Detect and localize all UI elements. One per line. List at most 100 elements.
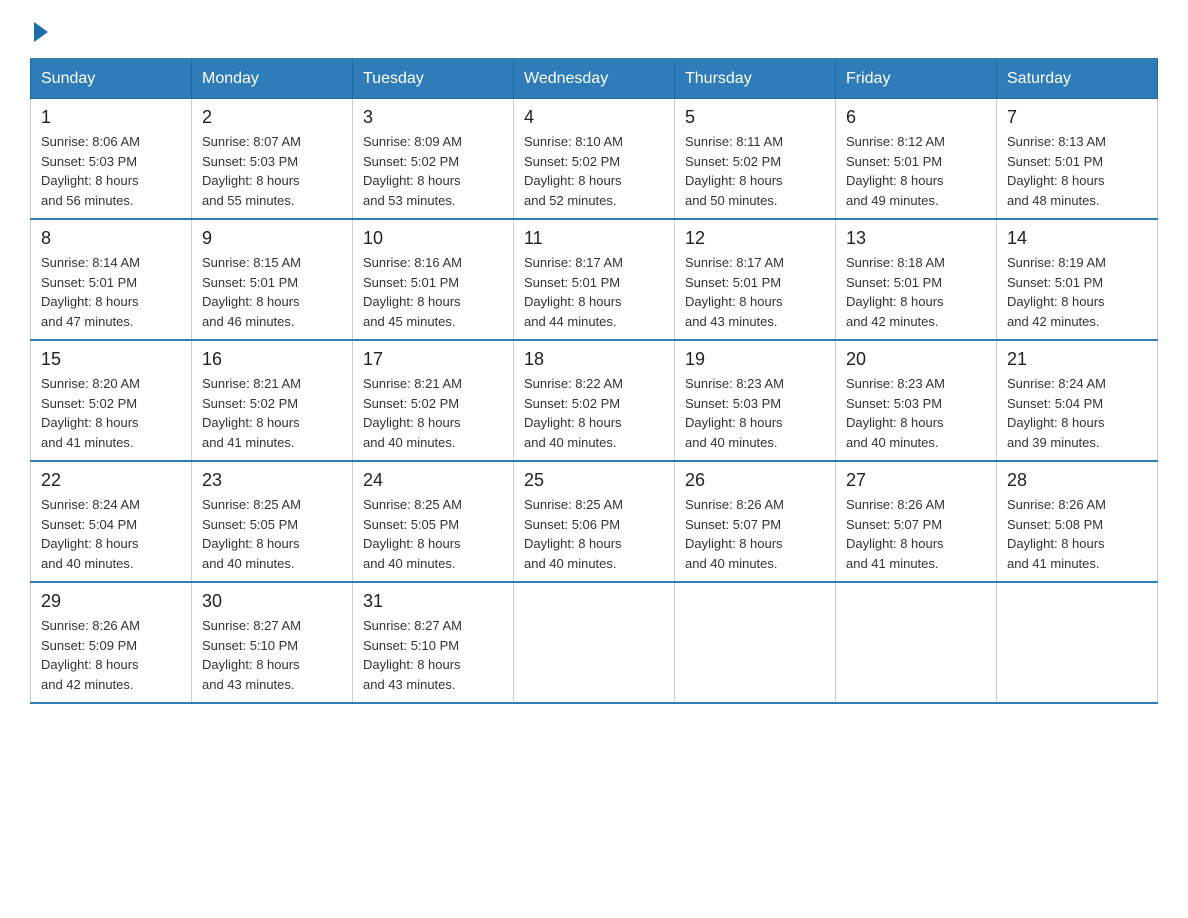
day-number: 21 [1007, 349, 1147, 370]
calendar-day-header: Sunday [31, 59, 192, 99]
day-number: 20 [846, 349, 986, 370]
day-info: Sunrise: 8:23 AM Sunset: 5:03 PM Dayligh… [846, 374, 986, 452]
calendar-cell: 4 Sunrise: 8:10 AM Sunset: 5:02 PM Dayli… [514, 99, 675, 220]
day-number: 16 [202, 349, 342, 370]
calendar-cell: 20 Sunrise: 8:23 AM Sunset: 5:03 PM Dayl… [836, 340, 997, 461]
calendar-cell: 27 Sunrise: 8:26 AM Sunset: 5:07 PM Dayl… [836, 461, 997, 582]
calendar-cell: 8 Sunrise: 8:14 AM Sunset: 5:01 PM Dayli… [31, 219, 192, 340]
calendar-day-header: Friday [836, 59, 997, 99]
calendar-cell: 6 Sunrise: 8:12 AM Sunset: 5:01 PM Dayli… [836, 99, 997, 220]
day-info: Sunrise: 8:26 AM Sunset: 5:07 PM Dayligh… [685, 495, 825, 573]
day-info: Sunrise: 8:21 AM Sunset: 5:02 PM Dayligh… [363, 374, 503, 452]
page-header [30, 20, 1158, 38]
day-info: Sunrise: 8:07 AM Sunset: 5:03 PM Dayligh… [202, 132, 342, 210]
day-number: 29 [41, 591, 181, 612]
day-number: 10 [363, 228, 503, 249]
calendar-cell: 10 Sunrise: 8:16 AM Sunset: 5:01 PM Dayl… [353, 219, 514, 340]
day-number: 17 [363, 349, 503, 370]
day-number: 28 [1007, 470, 1147, 491]
day-info: Sunrise: 8:24 AM Sunset: 5:04 PM Dayligh… [41, 495, 181, 573]
calendar-cell: 11 Sunrise: 8:17 AM Sunset: 5:01 PM Dayl… [514, 219, 675, 340]
calendar-cell: 3 Sunrise: 8:09 AM Sunset: 5:02 PM Dayli… [353, 99, 514, 220]
calendar-cell: 1 Sunrise: 8:06 AM Sunset: 5:03 PM Dayli… [31, 99, 192, 220]
day-info: Sunrise: 8:09 AM Sunset: 5:02 PM Dayligh… [363, 132, 503, 210]
calendar-week-row: 8 Sunrise: 8:14 AM Sunset: 5:01 PM Dayli… [31, 219, 1158, 340]
day-info: Sunrise: 8:18 AM Sunset: 5:01 PM Dayligh… [846, 253, 986, 331]
day-info: Sunrise: 8:25 AM Sunset: 5:05 PM Dayligh… [363, 495, 503, 573]
day-info: Sunrise: 8:24 AM Sunset: 5:04 PM Dayligh… [1007, 374, 1147, 452]
calendar-cell: 15 Sunrise: 8:20 AM Sunset: 5:02 PM Dayl… [31, 340, 192, 461]
day-number: 24 [363, 470, 503, 491]
day-info: Sunrise: 8:17 AM Sunset: 5:01 PM Dayligh… [685, 253, 825, 331]
day-number: 4 [524, 107, 664, 128]
day-number: 6 [846, 107, 986, 128]
calendar-table: SundayMondayTuesdayWednesdayThursdayFrid… [30, 58, 1158, 704]
calendar-cell [514, 582, 675, 703]
logo-arrow-icon [34, 22, 48, 42]
day-info: Sunrise: 8:26 AM Sunset: 5:09 PM Dayligh… [41, 616, 181, 694]
day-info: Sunrise: 8:12 AM Sunset: 5:01 PM Dayligh… [846, 132, 986, 210]
calendar-week-row: 1 Sunrise: 8:06 AM Sunset: 5:03 PM Dayli… [31, 99, 1158, 220]
day-number: 31 [363, 591, 503, 612]
calendar-cell: 22 Sunrise: 8:24 AM Sunset: 5:04 PM Dayl… [31, 461, 192, 582]
calendar-cell: 5 Sunrise: 8:11 AM Sunset: 5:02 PM Dayli… [675, 99, 836, 220]
calendar-cell [997, 582, 1158, 703]
day-number: 25 [524, 470, 664, 491]
day-info: Sunrise: 8:19 AM Sunset: 5:01 PM Dayligh… [1007, 253, 1147, 331]
calendar-cell: 30 Sunrise: 8:27 AM Sunset: 5:10 PM Dayl… [192, 582, 353, 703]
day-info: Sunrise: 8:14 AM Sunset: 5:01 PM Dayligh… [41, 253, 181, 331]
day-info: Sunrise: 8:22 AM Sunset: 5:02 PM Dayligh… [524, 374, 664, 452]
calendar-cell: 7 Sunrise: 8:13 AM Sunset: 5:01 PM Dayli… [997, 99, 1158, 220]
calendar-cell: 24 Sunrise: 8:25 AM Sunset: 5:05 PM Dayl… [353, 461, 514, 582]
day-info: Sunrise: 8:13 AM Sunset: 5:01 PM Dayligh… [1007, 132, 1147, 210]
calendar-cell: 19 Sunrise: 8:23 AM Sunset: 5:03 PM Dayl… [675, 340, 836, 461]
day-info: Sunrise: 8:27 AM Sunset: 5:10 PM Dayligh… [363, 616, 503, 694]
calendar-cell: 17 Sunrise: 8:21 AM Sunset: 5:02 PM Dayl… [353, 340, 514, 461]
calendar-day-header: Wednesday [514, 59, 675, 99]
day-info: Sunrise: 8:11 AM Sunset: 5:02 PM Dayligh… [685, 132, 825, 210]
calendar-cell: 12 Sunrise: 8:17 AM Sunset: 5:01 PM Dayl… [675, 219, 836, 340]
day-number: 22 [41, 470, 181, 491]
day-number: 9 [202, 228, 342, 249]
day-info: Sunrise: 8:27 AM Sunset: 5:10 PM Dayligh… [202, 616, 342, 694]
day-number: 5 [685, 107, 825, 128]
day-info: Sunrise: 8:25 AM Sunset: 5:05 PM Dayligh… [202, 495, 342, 573]
calendar-day-header: Tuesday [353, 59, 514, 99]
calendar-cell: 9 Sunrise: 8:15 AM Sunset: 5:01 PM Dayli… [192, 219, 353, 340]
calendar-cell [675, 582, 836, 703]
day-number: 18 [524, 349, 664, 370]
day-number: 7 [1007, 107, 1147, 128]
day-number: 1 [41, 107, 181, 128]
calendar-cell: 16 Sunrise: 8:21 AM Sunset: 5:02 PM Dayl… [192, 340, 353, 461]
day-number: 27 [846, 470, 986, 491]
calendar-week-row: 15 Sunrise: 8:20 AM Sunset: 5:02 PM Dayl… [31, 340, 1158, 461]
logo [30, 20, 48, 38]
day-info: Sunrise: 8:10 AM Sunset: 5:02 PM Dayligh… [524, 132, 664, 210]
calendar-day-header: Thursday [675, 59, 836, 99]
day-info: Sunrise: 8:23 AM Sunset: 5:03 PM Dayligh… [685, 374, 825, 452]
calendar-cell [836, 582, 997, 703]
day-number: 14 [1007, 228, 1147, 249]
day-number: 2 [202, 107, 342, 128]
day-number: 13 [846, 228, 986, 249]
calendar-day-header: Monday [192, 59, 353, 99]
calendar-cell: 21 Sunrise: 8:24 AM Sunset: 5:04 PM Dayl… [997, 340, 1158, 461]
calendar-cell: 31 Sunrise: 8:27 AM Sunset: 5:10 PM Dayl… [353, 582, 514, 703]
day-number: 26 [685, 470, 825, 491]
calendar-cell: 29 Sunrise: 8:26 AM Sunset: 5:09 PM Dayl… [31, 582, 192, 703]
calendar-cell: 25 Sunrise: 8:25 AM Sunset: 5:06 PM Dayl… [514, 461, 675, 582]
calendar-week-row: 29 Sunrise: 8:26 AM Sunset: 5:09 PM Dayl… [31, 582, 1158, 703]
day-number: 11 [524, 228, 664, 249]
day-info: Sunrise: 8:20 AM Sunset: 5:02 PM Dayligh… [41, 374, 181, 452]
calendar-cell: 23 Sunrise: 8:25 AM Sunset: 5:05 PM Dayl… [192, 461, 353, 582]
day-number: 30 [202, 591, 342, 612]
day-info: Sunrise: 8:25 AM Sunset: 5:06 PM Dayligh… [524, 495, 664, 573]
day-info: Sunrise: 8:06 AM Sunset: 5:03 PM Dayligh… [41, 132, 181, 210]
day-info: Sunrise: 8:26 AM Sunset: 5:08 PM Dayligh… [1007, 495, 1147, 573]
day-number: 12 [685, 228, 825, 249]
day-number: 3 [363, 107, 503, 128]
calendar-day-header: Saturday [997, 59, 1158, 99]
calendar-cell: 14 Sunrise: 8:19 AM Sunset: 5:01 PM Dayl… [997, 219, 1158, 340]
calendar-cell: 13 Sunrise: 8:18 AM Sunset: 5:01 PM Dayl… [836, 219, 997, 340]
day-number: 8 [41, 228, 181, 249]
